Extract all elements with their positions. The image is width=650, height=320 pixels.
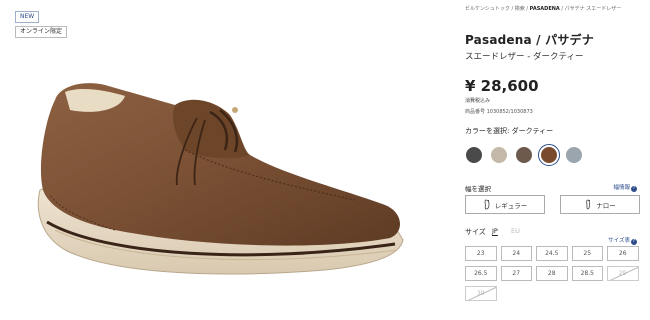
size-option[interactable]: 28.5	[571, 266, 603, 281]
size-option[interactable]: 27	[500, 266, 532, 281]
size-option[interactable]: 28	[536, 266, 568, 281]
product-title: Pasadena / パサデナ	[465, 33, 594, 47]
color-swatch-charcoal[interactable]	[465, 146, 483, 164]
foot-regular-icon	[484, 199, 490, 210]
width-guide-text: 幅情報	[613, 185, 630, 191]
width-narrow-button[interactable]: ナロー	[560, 195, 640, 214]
size-option[interactable]: 30	[465, 286, 497, 301]
size-option[interactable]: 25	[571, 246, 603, 261]
color-label: カラーを選択: ダークティー	[465, 127, 554, 135]
help-icon: ?	[631, 186, 637, 192]
breadcrumb-home[interactable]: ビルケンシュトック	[465, 6, 510, 12]
color-swatch-taupe[interactable]	[490, 146, 508, 164]
new-badge: NEW	[15, 11, 40, 23]
breadcrumb-search[interactable]: 検索	[515, 6, 525, 12]
size-option[interactable]: 23	[465, 246, 497, 261]
badges: NEW オンライン限定	[15, 3, 67, 38]
color-swatch-mocha[interactable]	[515, 146, 533, 164]
product-subtitle: スエードレザー - ダークティー	[465, 52, 584, 62]
size-option[interactable]: 24	[500, 246, 532, 261]
width-narrow-label: ナロー	[596, 201, 616, 210]
width-regular-label: レギュラー	[494, 201, 528, 210]
foot-narrow-icon	[586, 199, 591, 210]
size-option[interactable]: 26	[607, 246, 639, 261]
tax-note: 消費税込み	[465, 98, 491, 104]
size-label: サイズ	[465, 228, 486, 236]
size-option[interactable]: 24.5	[536, 246, 568, 261]
product-image	[37, 83, 404, 275]
online-exclusive-badge: オンライン限定	[15, 26, 67, 38]
product-sku: 商品番号 1030852/1030873	[465, 109, 533, 115]
color-swatch-dark-tea[interactable]	[537, 143, 561, 167]
help-icon: ?	[631, 239, 637, 245]
tab-jp[interactable]: JP	[492, 227, 498, 235]
breadcrumb-current: PASADENA	[529, 6, 560, 12]
size-chart-link[interactable]: サイズ表?	[608, 236, 637, 245]
color-swatches	[465, 143, 583, 167]
width-guide-link[interactable]: 幅情報?	[613, 183, 637, 192]
width-label: 幅を選択	[465, 185, 491, 193]
breadcrumb: ビルケンシュトック / 検索 / PASADENA / パサデナ スエードレザー	[465, 5, 621, 12]
color-swatch-grey[interactable]	[565, 146, 583, 164]
product-panel: ビルケンシュトック / 検索 / PASADENA / パサデナ スエードレザー…	[465, 0, 640, 320]
size-option[interactable]: 26.5	[465, 266, 497, 281]
breadcrumb-current-rest: / パサデナ スエードレザー	[559, 6, 622, 12]
size-options: 23 24 24.5 25 26 26.5 27 28 28.5 29 30	[465, 246, 640, 301]
width-options: レギュラー ナロー	[465, 195, 640, 214]
tab-eu[interactable]: EU	[511, 227, 520, 235]
product-price: ¥ 28,600	[465, 77, 539, 95]
size-option[interactable]: 29	[607, 266, 639, 281]
size-chart-text: サイズ表	[608, 238, 630, 244]
width-regular-button[interactable]: レギュラー	[465, 195, 545, 214]
